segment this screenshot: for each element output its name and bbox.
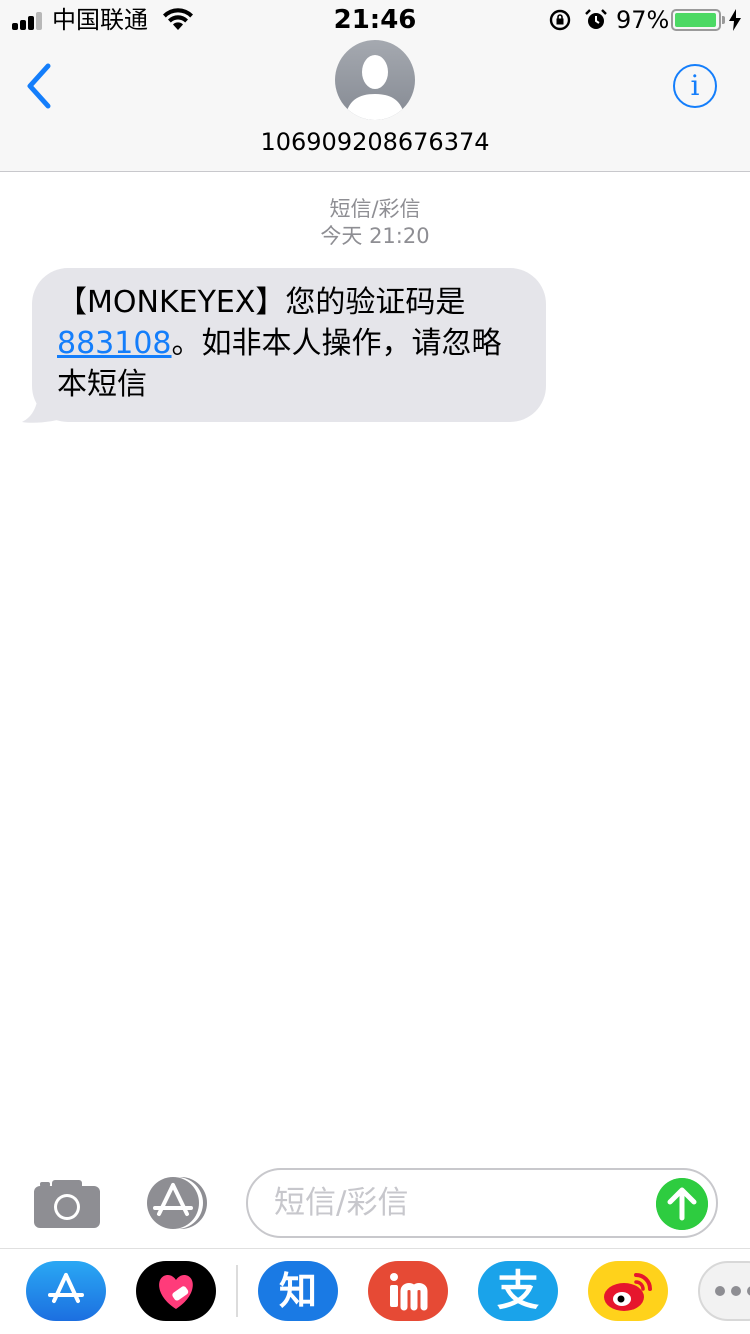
battery-icon: [671, 9, 725, 31]
zhihu-app-icon[interactable]: 知: [258, 1261, 338, 1321]
camera-icon[interactable]: [34, 1178, 100, 1228]
digital-touch-heart-icon[interactable]: [136, 1261, 216, 1321]
zhihu-label: 知: [278, 1269, 317, 1313]
back-chevron-icon[interactable]: [22, 62, 56, 110]
message-input[interactable]: 短信/彩信: [246, 1168, 718, 1238]
message-input-placeholder: 短信/彩信: [274, 1185, 409, 1221]
drawer-divider: [236, 1265, 238, 1317]
status-bar: 中国联通 21:46 97%: [0, 0, 750, 40]
imessage-app-drawer: 知 支: [0, 1248, 750, 1334]
message-bubble[interactable]: 【MONKEYEX】您的验证码是883108。如非本人操作，请忽略本短信: [32, 268, 546, 422]
more-apps-icon[interactable]: [698, 1261, 750, 1321]
app-store-app-icon[interactable]: [26, 1261, 106, 1321]
alipay-app-icon[interactable]: 支: [478, 1261, 558, 1321]
message-meta: 短信/彩信 今天 21:20: [0, 196, 750, 250]
rotation-lock-icon: [549, 9, 571, 31]
conversation-header: 106909208676374 i: [0, 40, 750, 172]
weibo-app-icon[interactable]: [588, 1261, 668, 1321]
message-text: 【MONKEYEX】您的验证码是: [57, 285, 466, 320]
contact-number[interactable]: 106909208676374: [0, 128, 750, 156]
app-store-button-icon[interactable]: [141, 1176, 211, 1230]
message-timestamp: 今天 21:20: [320, 224, 430, 248]
info-icon[interactable]: i: [673, 64, 717, 108]
battery-percentage: 97%: [616, 6, 670, 34]
incoming-message[interactable]: 【MONKEYEX】您的验证码是883108。如非本人操作，请忽略本短信: [20, 268, 550, 424]
alipay-label: 支: [496, 1266, 539, 1315]
verification-code-link[interactable]: 883108: [57, 326, 172, 361]
send-arrow-icon[interactable]: [656, 1178, 708, 1230]
service-label: 短信/彩信: [329, 197, 421, 221]
im-app-icon[interactable]: [368, 1261, 448, 1321]
charging-icon: [729, 9, 741, 31]
contact-avatar[interactable]: [335, 40, 415, 120]
person-silhouette-icon: [345, 55, 405, 120]
alarm-icon: [585, 9, 607, 29]
